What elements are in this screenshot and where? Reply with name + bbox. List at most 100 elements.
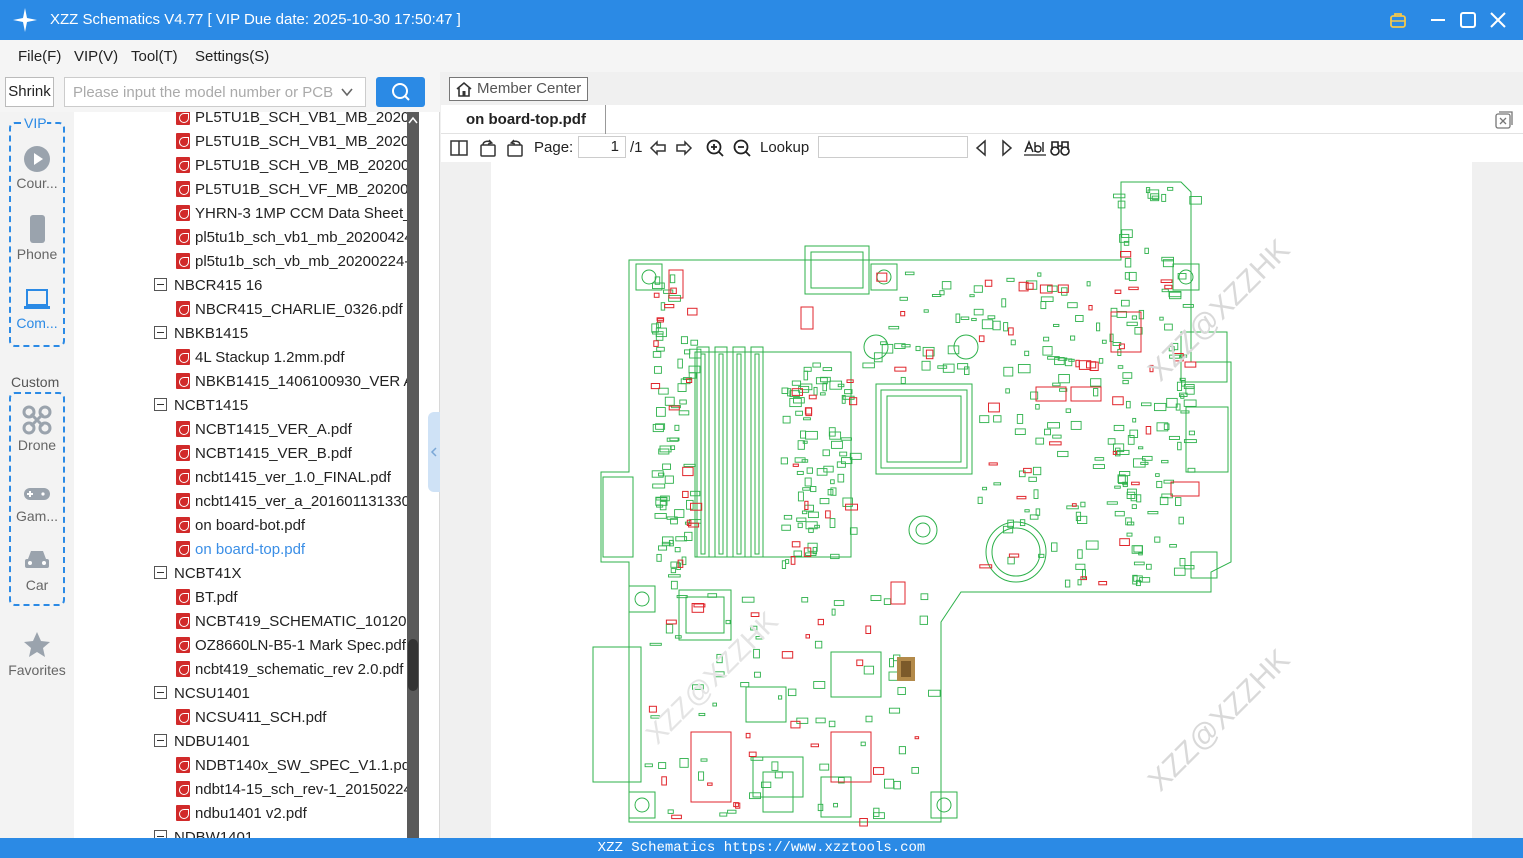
tree-folder[interactable]: NBCR415 16 [154,274,262,298]
tree-folder[interactable]: NCSU1401 [154,682,250,706]
tab-on-board-top[interactable]: on board-top.pdf [441,105,606,134]
close-all-tabs-icon[interactable] [1495,111,1513,129]
tree-file[interactable]: PL5TU1B_SCH_VF_MB_20200723 [176,178,408,202]
tree-folder[interactable]: NCBT41X [154,562,242,586]
member-center-button[interactable]: Member Center [449,77,588,101]
close-icon[interactable] [1486,8,1510,32]
collapse-panel-handle[interactable] [428,412,440,492]
rotate-right-icon[interactable] [505,138,525,158]
find-next-icon[interactable] [997,138,1017,158]
pcb-component [883,598,892,605]
category-drone[interactable]: Drone [0,405,74,453]
category-course[interactable]: Cour... [0,145,74,191]
pdf-page[interactable]: XZZ@XZZHK XZZ@XZZHK XZZ@XZZHK [491,162,1472,838]
menu-settings[interactable]: Settings(S) [195,48,269,65]
tree-file[interactable]: pl5tu1b_sch_vb1_mb_20200424- [176,226,408,250]
collapse-toggle-icon[interactable] [154,686,167,699]
collapse-toggle-icon[interactable] [154,278,167,291]
tree-item-label: NBCR415 16 [174,277,263,294]
tree-file[interactable]: 4L Stackup 1.2mm.pdf [176,346,408,370]
scroll-thumb[interactable] [408,639,418,691]
tree-file[interactable]: NCSU411_SCH.pdf [176,706,408,730]
pcb-component [674,509,685,518]
zoom-out-icon[interactable] [732,138,752,158]
collapse-toggle-icon[interactable] [154,398,167,411]
match-case-icon[interactable] [1023,138,1047,158]
maximize-icon[interactable] [1456,8,1480,32]
find-previous-icon[interactable] [971,138,991,158]
tree-file[interactable]: on board-top.pdf [176,538,408,562]
pcb-component [833,600,845,606]
two-page-view-icon[interactable] [449,138,469,158]
page-number-input[interactable]: 1 [578,136,626,158]
pcb-component [1085,540,1099,550]
tree-file[interactable]: ndbu1401 v2.pdf [176,802,408,826]
pcb-component [687,307,698,316]
menu-vip[interactable]: VIP(V) [74,48,118,65]
category-computer[interactable]: Com... [0,287,74,331]
tree-folder[interactable]: NDBU1401 [154,730,250,754]
tree-file[interactable]: OZ8660LN-B5-1 Mark Spec.pdf [176,634,408,658]
next-page-icon[interactable] [674,138,694,158]
favorites-item[interactable]: Favorites [0,630,74,678]
tree-folder[interactable]: NCBT1415 [154,394,248,418]
car-icon [25,551,49,568]
chevron-down-icon[interactable] [340,85,354,99]
category-car[interactable]: Car [0,545,74,593]
collapse-toggle-icon[interactable] [154,830,167,838]
collapse-toggle-icon[interactable] [154,734,167,747]
tree-file[interactable]: ndbt14-15_sch_rev-1_20150224 [176,778,408,802]
tree-file[interactable]: on board-bot.pdf [176,514,408,538]
tree-file[interactable]: pl5tu1b_sch_vb_mb_20200224-1 [176,250,408,274]
pcb-component [664,396,675,406]
pcb-component [833,802,838,808]
pcb-component [1088,305,1093,311]
scroll-up-icon[interactable] [407,114,419,128]
search-button[interactable] [376,77,425,107]
tree-file[interactable]: ncbt1415_ver_a_201601131330.p [176,490,408,514]
tree-folder[interactable]: NDBW1401 [154,826,253,838]
category-game[interactable]: Gam... [0,480,74,524]
tree-file[interactable]: PL5TU1B_SCH_VB1_MB_20200424 [176,112,408,130]
tree-file[interactable]: NCBT1415_VER_B.pdf [176,442,408,466]
pcb-component [1122,379,1129,385]
pcb-component [1154,536,1161,543]
menu-tool[interactable]: Tool(T) [131,48,178,65]
pcb-component [670,287,677,294]
pcb-component [1037,272,1042,277]
pcb-board-view[interactable]: XZZ@XZZHK XZZ@XZZHK XZZ@XZZHK [491,162,1472,838]
tree-file[interactable]: ncbt419_schematic_rev 2.0.pdf [176,658,408,682]
collapse-toggle-icon[interactable] [154,326,167,339]
collapse-toggle-icon[interactable] [154,566,167,579]
tree-file[interactable]: PL5TU1B_SCH_VB_MB_20200116 [176,154,408,178]
previous-page-icon[interactable] [648,138,668,158]
tree-file[interactable]: NCBT1415_VER_A.pdf [176,418,408,442]
tree-item-label: NCBT41X [174,565,242,582]
category-phone[interactable]: Phone [0,214,74,262]
pcb-component [888,325,900,330]
tree-folder[interactable]: NBKB1415 [154,322,248,346]
tree-file[interactable]: NCBT419_SCHEMATIC_101200_I [176,610,408,634]
menu-file[interactable]: File(F) [18,48,61,65]
pcb-component [1175,497,1182,506]
pcb-component [1141,402,1152,407]
shrink-button[interactable]: Shrink [5,77,54,107]
tree-file[interactable]: YHRN-3 1MP CCM Data Sheet_2 [176,202,408,226]
pcb-component [804,477,812,487]
tree-file[interactable]: NBKB1415_1406100930_VER A F [176,370,408,394]
minimize-icon[interactable] [1426,8,1450,32]
zoom-in-icon[interactable] [705,138,725,158]
tree-file[interactable]: NDBT140x_SW_SPEC_V1.1.pdf [176,754,408,778]
tree-file[interactable]: BT.pdf [176,586,408,610]
tree-scrollbar[interactable] [407,112,419,838]
rotate-left-icon[interactable] [478,138,498,158]
pcb-component [782,415,791,424]
search-input[interactable] [64,77,366,107]
find-binoculars-icon[interactable] [1049,138,1071,158]
pcb-component [1169,544,1177,548]
tree-file[interactable]: PL5TU1B_SCH_VB1_MB_20200424 [176,130,408,154]
vip-bag-icon[interactable] [1386,8,1410,32]
tree-file[interactable]: ncbt1415_ver_1.0_FINAL.pdf [176,466,408,490]
lookup-input[interactable] [818,136,968,158]
tree-file[interactable]: NBCR415_CHARLIE_0326.pdf [176,298,408,322]
